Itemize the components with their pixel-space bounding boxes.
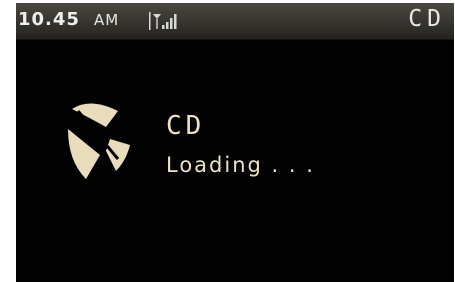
status-ampm: AM bbox=[94, 11, 120, 29]
device-screen: 10.45 AM CD CD Loading . . . bbox=[16, 3, 454, 282]
signal-strength-icon bbox=[149, 12, 177, 30]
status-time: 10.45 bbox=[18, 9, 80, 30]
status-app-title: CD bbox=[408, 6, 446, 32]
loading-status-text: Loading . . . bbox=[166, 153, 315, 177]
app-name: CD bbox=[166, 111, 206, 141]
status-bar: 10.45 AM CD bbox=[16, 3, 454, 40]
cd-app-logo-icon bbox=[68, 103, 130, 179]
